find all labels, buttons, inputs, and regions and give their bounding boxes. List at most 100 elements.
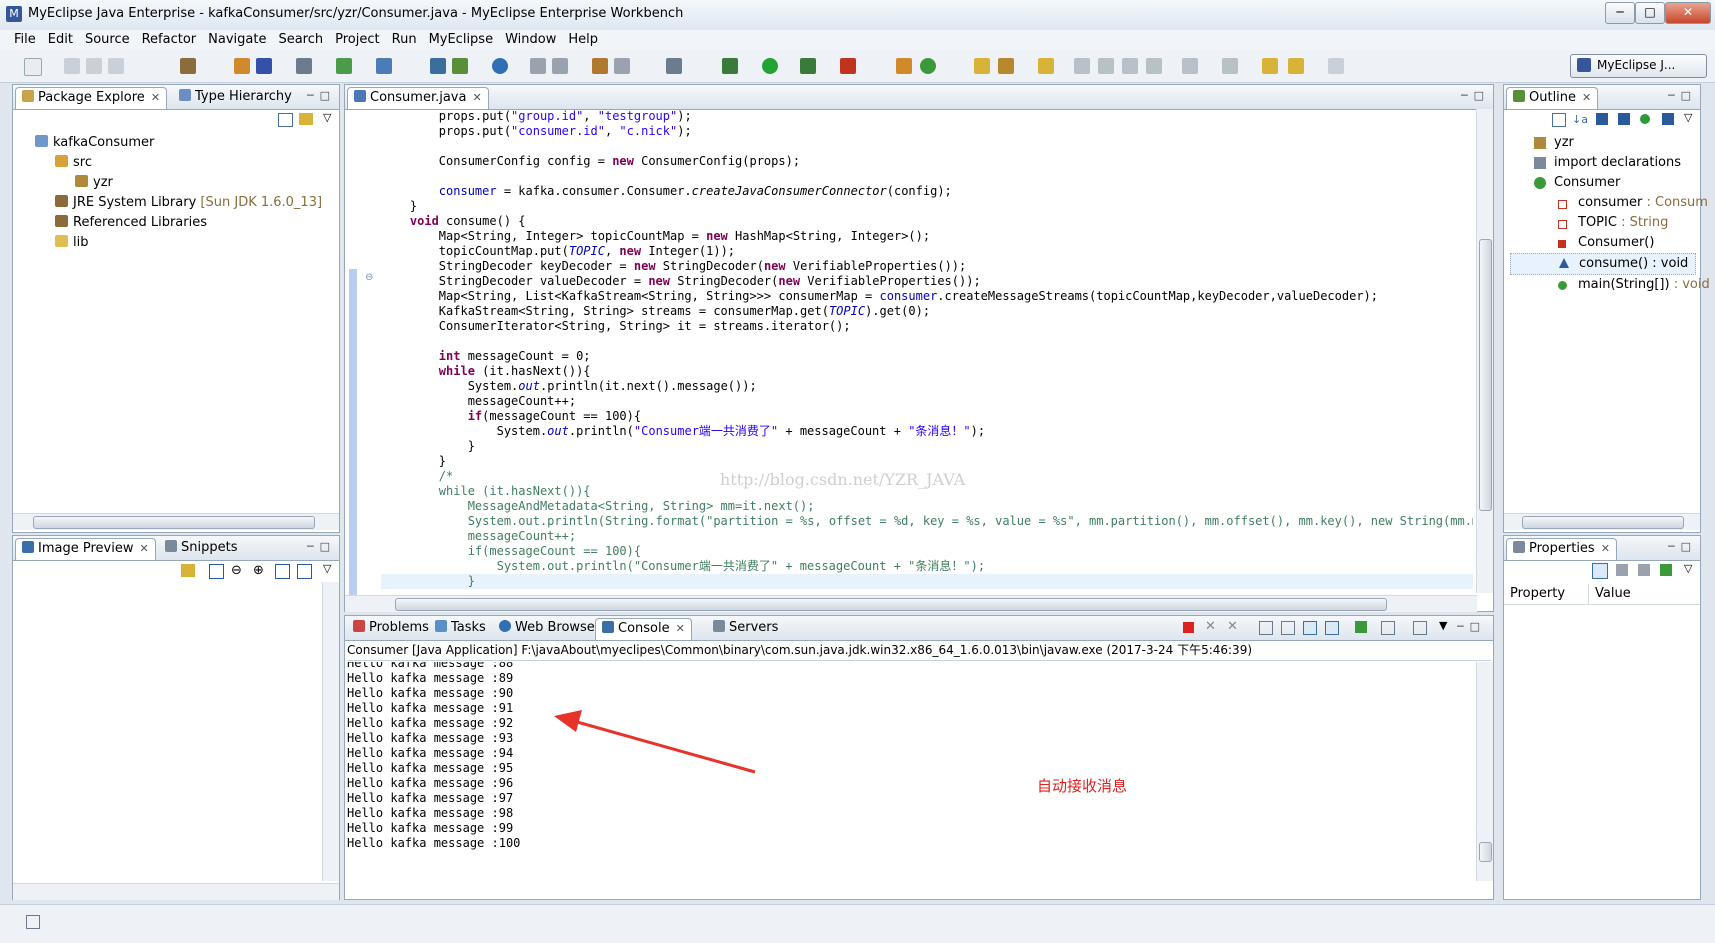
link-icon[interactable] <box>181 564 195 577</box>
tree-item-package[interactable]: yzr <box>17 173 335 193</box>
tab-package-explorer[interactable]: Package Explore ✕ <box>15 87 168 109</box>
tree-item-lib[interactable]: lib <box>17 233 335 253</box>
server-icon[interactable] <box>296 58 312 74</box>
view-menu-icon[interactable]: ▽ <box>323 562 331 575</box>
paragraph-icon[interactable] <box>1146 58 1162 74</box>
scroll-thumb[interactable] <box>1522 516 1684 529</box>
outline-method-main[interactable]: main(String[]) : void <box>1510 275 1710 295</box>
open-console-icon[interactable] <box>1413 621 1427 635</box>
pin-console-icon[interactable] <box>1355 621 1367 633</box>
menu-myeclipse[interactable]: MyEclipse <box>423 31 500 48</box>
remove-all-icon[interactable]: ✕ <box>1227 619 1238 634</box>
save-icon[interactable] <box>64 58 80 74</box>
column-value[interactable]: Value <box>1588 584 1631 604</box>
minimize-maximize-icons[interactable]: ─□ <box>1457 620 1486 633</box>
console-output[interactable]: Hello kafka message :88 Hello kafka mess… <box>347 662 1473 879</box>
hide-nonpublic-icon[interactable] <box>1640 114 1650 124</box>
db-icon[interactable] <box>430 58 446 74</box>
close-tab-icon[interactable]: ✕ <box>676 622 685 635</box>
tree-item-project[interactable]: kafkaConsumer <box>17 133 335 153</box>
zoom-in-icon[interactable]: ⊕ <box>253 563 264 578</box>
new-project-icon[interactable] <box>180 58 196 74</box>
web-icon[interactable] <box>452 58 468 74</box>
collapse-all-icon[interactable] <box>1552 113 1566 127</box>
tab-problems[interactable]: Problems <box>347 618 435 640</box>
deploy-icon[interactable] <box>256 58 272 74</box>
hide-fields-icon[interactable] <box>1596 113 1608 125</box>
outline-class[interactable]: Consumer <box>1510 173 1696 193</box>
categories-icon[interactable] <box>1592 563 1608 579</box>
tab-web-browser[interactable]: Web Browser <box>493 618 606 640</box>
build-icon[interactable] <box>234 58 250 74</box>
tab-tasks[interactable]: Tasks <box>429 618 492 640</box>
pin-icon[interactable] <box>1660 564 1672 576</box>
vertical-scrollbar[interactable] <box>322 582 339 881</box>
close-tab-icon[interactable]: ✕ <box>1582 91 1591 104</box>
tree-item-jre[interactable]: JRE System Library [Sun JDK 1.6.0_13] <box>17 193 335 213</box>
pen-icon[interactable] <box>998 58 1014 74</box>
new-class-icon[interactable] <box>336 58 352 74</box>
menu-navigate[interactable]: Navigate <box>202 31 272 48</box>
view-menu-icon[interactable]: ▼ <box>1439 619 1447 632</box>
search-file-icon[interactable] <box>530 58 546 74</box>
remove-launch-icon[interactable]: ✕ <box>1205 619 1216 634</box>
globe-icon[interactable] <box>492 58 508 74</box>
close-tab-icon[interactable]: ✕ <box>151 91 160 104</box>
menu-file[interactable]: File <box>8 31 42 48</box>
outline-imports[interactable]: import declarations <box>1510 153 1696 173</box>
editor-vertical-scrollbar[interactable] <box>1476 109 1493 593</box>
open-type-icon[interactable] <box>376 58 392 74</box>
tab-consumer-java[interactable]: Consumer.java ✕ <box>347 87 489 109</box>
next-annotation-icon[interactable] <box>1182 58 1198 74</box>
zoom-out-icon[interactable]: ⊖ <box>231 563 242 578</box>
coverage-icon[interactable] <box>800 58 816 74</box>
tab-snippets[interactable]: Snippets <box>159 538 243 560</box>
settings-icon[interactable] <box>614 58 630 74</box>
fit-icon[interactable] <box>209 564 224 579</box>
close-tab-icon[interactable]: ✕ <box>1601 542 1610 555</box>
print-icon[interactable] <box>108 58 124 74</box>
maximize-button[interactable]: □ <box>1635 2 1665 24</box>
back-icon[interactable] <box>1288 58 1304 74</box>
close-tab-icon[interactable]: ✕ <box>472 91 481 104</box>
scroll-thumb[interactable] <box>395 598 1387 611</box>
link-with-editor-icon[interactable] <box>299 113 313 125</box>
minimize-maximize-icons[interactable]: ─□ <box>307 540 336 553</box>
actual-size-icon[interactable] <box>275 564 290 579</box>
open-folder-icon[interactable] <box>974 58 990 74</box>
horizontal-scrollbar[interactable] <box>13 883 339 900</box>
menu-search[interactable]: Search <box>272 31 329 48</box>
prev-annotation-icon[interactable] <box>1222 58 1238 74</box>
marker-icon[interactable] <box>1098 58 1114 74</box>
hide-static-icon[interactable] <box>1618 113 1630 125</box>
view-menu-icon[interactable]: ▽ <box>1684 111 1692 124</box>
show-on-output-icon[interactable] <box>1325 621 1339 635</box>
fold-icon[interactable]: ⊖ <box>365 272 373 283</box>
advanced-icon[interactable] <box>1616 564 1628 576</box>
scroll-thumb[interactable] <box>33 516 315 529</box>
filter-icon[interactable] <box>1638 564 1650 576</box>
block-icon[interactable] <box>1122 58 1138 74</box>
sort-icon[interactable]: ↓a <box>1572 113 1588 126</box>
tree-item-referenced-libraries[interactable]: Referenced Libraries <box>17 213 335 233</box>
search-icon[interactable] <box>552 58 568 74</box>
debug-icon[interactable] <box>722 58 738 74</box>
last-edit-icon[interactable] <box>1262 58 1278 74</box>
tab-console[interactable]: Console ✕ <box>595 618 692 640</box>
outline-constructor[interactable]: Consumer() <box>1510 233 1696 253</box>
close-button[interactable]: ✕ <box>1665 2 1711 24</box>
refresh-icon[interactable] <box>920 58 936 74</box>
menu-edit[interactable]: Edit <box>42 31 79 48</box>
tree-item-src[interactable]: src <box>17 153 335 173</box>
close-tab-icon[interactable]: ✕ <box>139 542 148 555</box>
editor-horizontal-scrollbar[interactable] <box>345 595 1477 612</box>
hide-local-icon[interactable] <box>1662 113 1674 125</box>
menu-run[interactable]: Run <box>386 31 423 48</box>
tab-servers[interactable]: Servers <box>707 618 784 640</box>
menu-project[interactable]: Project <box>329 31 385 48</box>
camera-icon[interactable] <box>666 58 682 74</box>
view-menu-icon[interactable]: ▽ <box>1684 562 1692 575</box>
minimize-maximize-icons[interactable]: ─□ <box>1668 89 1697 102</box>
pin-icon[interactable] <box>1074 58 1090 74</box>
new-icon[interactable] <box>24 58 42 76</box>
